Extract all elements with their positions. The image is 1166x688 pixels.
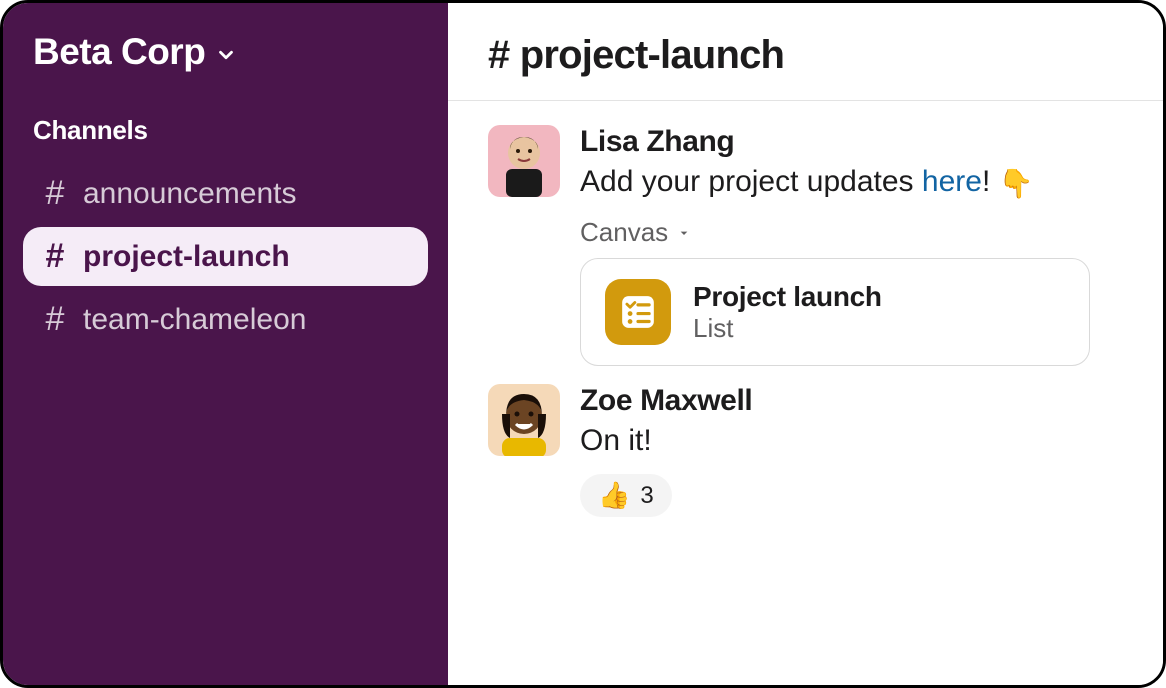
chevron-down-icon <box>215 44 237 66</box>
avatar[interactable] <box>488 125 560 197</box>
channel-header: # project-launch <box>448 3 1163 101</box>
channel-item-project-launch[interactable]: # project-launch <box>23 227 428 286</box>
canvas-meta: Project launch List <box>693 281 882 344</box>
point-down-emoji: 👇 <box>999 168 1034 199</box>
channel-item-label: project-launch <box>83 240 290 274</box>
message-body: Lisa Zhang Add your project updates here… <box>580 125 1123 366</box>
sidebar: Beta Corp Channels # announcements # pro… <box>3 3 448 685</box>
thumbs-up-emoji: 👍 <box>598 480 630 511</box>
workspace-switcher[interactable]: Beta Corp <box>23 31 428 73</box>
message-text: Add your project updates here! 👇 <box>580 161 1123 203</box>
canvas-card[interactable]: Project launch List <box>580 258 1090 366</box>
canvas-list-icon <box>605 279 671 345</box>
message-author[interactable]: Zoe Maxwell <box>580 384 1123 418</box>
channel-item-label: team-chameleon <box>83 303 306 337</box>
workspace-name: Beta Corp <box>33 31 205 73</box>
channel-item-label: announcements <box>83 177 297 211</box>
message-text-prefix: Add your project updates <box>580 165 922 198</box>
channel-title[interactable]: # project-launch <box>488 33 1123 78</box>
avatar[interactable] <box>488 384 560 456</box>
reaction-thumbs-up[interactable]: 👍 3 <box>580 474 672 517</box>
message-author[interactable]: Lisa Zhang <box>580 125 1123 159</box>
attachment-label[interactable]: Canvas <box>580 217 1123 248</box>
message: Lisa Zhang Add your project updates here… <box>488 125 1123 366</box>
sidebar-section-header: Channels <box>23 115 428 146</box>
channel-item-announcements[interactable]: # announcements <box>23 164 428 223</box>
hash-icon: # <box>41 174 69 213</box>
attachment-type: Canvas <box>580 217 668 248</box>
message: Zoe Maxwell On it! 👍 3 <box>488 384 1123 517</box>
channel-item-team-chameleon[interactable]: # team-chameleon <box>23 290 428 349</box>
message-body: Zoe Maxwell On it! 👍 3 <box>580 384 1123 517</box>
channel-list: # announcements # project-launch # team-… <box>23 164 428 349</box>
message-text: On it! <box>580 420 1123 462</box>
app-window: Beta Corp Channels # announcements # pro… <box>0 0 1166 688</box>
hash-prefix: # <box>488 33 520 77</box>
hash-icon: # <box>41 300 69 339</box>
hash-icon: # <box>41 237 69 276</box>
channel-name: project-launch <box>520 33 784 77</box>
canvas-title: Project launch <box>693 281 882 313</box>
message-text-suffix: ! <box>982 165 999 198</box>
canvas-subtitle: List <box>693 313 882 344</box>
message-link[interactable]: here <box>922 165 982 198</box>
main-panel: # project-launch <box>448 3 1163 685</box>
reaction-count: 3 <box>640 482 653 510</box>
message-list: Lisa Zhang Add your project updates here… <box>448 101 1163 685</box>
caret-down-icon <box>676 225 692 241</box>
